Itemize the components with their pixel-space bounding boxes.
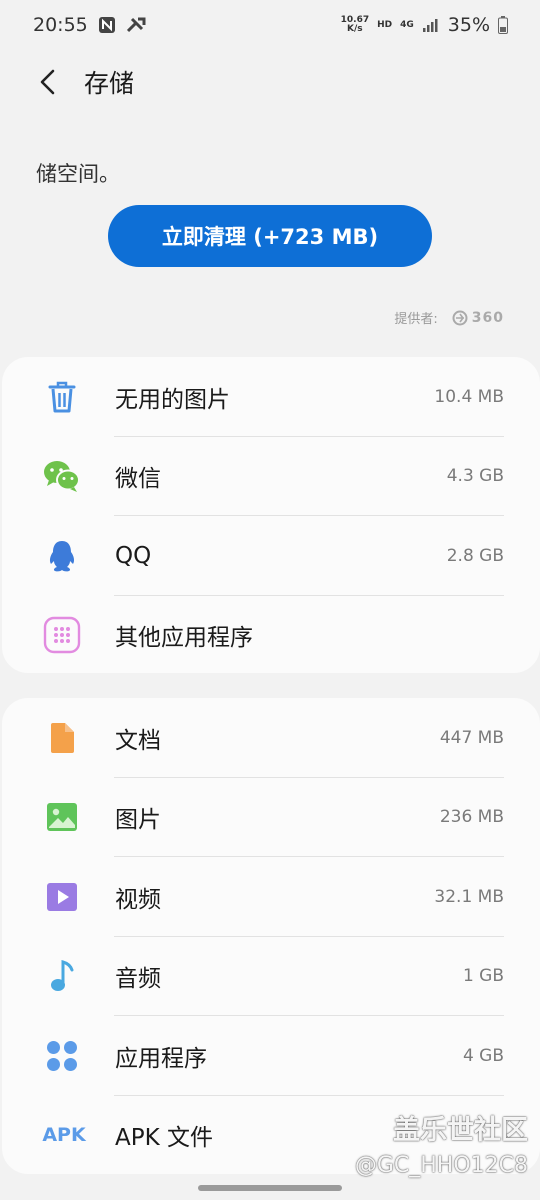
app-header: 存储 xyxy=(0,50,540,114)
music-note-icon xyxy=(42,956,82,996)
list-item-wechat[interactable]: 微信 4.3 GB xyxy=(2,437,540,517)
list-item-audio[interactable]: 音频 1 GB xyxy=(2,937,540,1017)
watermark: 盖乐世社区 @GC_HHO12C8 xyxy=(355,1108,528,1178)
list-item-label: 其他应用程序 xyxy=(115,625,253,652)
status-time: 20:55 xyxy=(33,14,88,36)
list-item-size: 4 GB xyxy=(462,1045,504,1066)
360-logo-icon xyxy=(452,310,468,325)
logo-360: 360 xyxy=(452,310,504,326)
list-item-label: 图片 xyxy=(115,807,161,834)
qq-icon xyxy=(42,536,82,576)
home-indicator[interactable] xyxy=(198,1185,342,1191)
wechat-icon xyxy=(42,456,82,496)
clean-now-button[interactable]: 立即清理 (+723 MB) xyxy=(108,205,432,267)
provider-label: 提供者: xyxy=(394,312,438,327)
list-item-label: 无用的图片 xyxy=(115,386,230,413)
watermark-handle: @GC_HHO12C8 xyxy=(354,1153,528,1178)
list-item-size: 236 MB xyxy=(439,807,504,828)
back-arrow-icon xyxy=(40,69,55,95)
list-item-label: 音频 xyxy=(115,966,161,993)
provider-info: 提供者: 360 xyxy=(394,308,504,328)
apps-storage-card: 无用的图片 10.4 MB 微信 4.3 GB QQ 2.8 GB 其他应用程序 xyxy=(2,357,540,673)
list-item-label: 文档 xyxy=(115,727,161,754)
list-item-size: 1 GB xyxy=(462,966,504,987)
battery-icon xyxy=(498,16,508,34)
signal-icon xyxy=(422,16,440,34)
list-item-qq[interactable]: QQ 2.8 GB xyxy=(2,516,540,596)
list-item-size: 2.8 GB xyxy=(446,545,504,566)
provider-brand: 360 xyxy=(471,309,504,326)
list-item-label: 微信 xyxy=(115,466,161,493)
network-speed: 10.67 K/s xyxy=(341,16,369,34)
list-item-label: APK 文件 xyxy=(115,1125,213,1152)
document-icon xyxy=(42,718,82,758)
list-item-other-apps[interactable]: 其他应用程序 xyxy=(2,596,540,676)
list-item-documents[interactable]: 文档 447 MB xyxy=(2,698,540,778)
network-type: 4G xyxy=(400,20,414,30)
apps-grid-icon xyxy=(42,615,82,655)
list-item-size: 32.1 MB xyxy=(434,886,504,907)
image-icon xyxy=(42,797,82,837)
back-button[interactable] xyxy=(28,62,68,102)
apk-icon-label: APK xyxy=(42,1124,86,1147)
nfc-icon xyxy=(98,16,116,34)
storage-description: 储空间。 xyxy=(36,162,120,186)
apk-icon: APK xyxy=(40,1115,88,1155)
list-item-size: 447 MB xyxy=(439,727,504,748)
status-bar: 20:55 10.67 K/s HD 4G 35% xyxy=(0,0,540,50)
trash-icon xyxy=(42,377,82,417)
list-item-apps[interactable]: 应用程序 4 GB xyxy=(2,1016,540,1096)
list-item-videos[interactable]: 视频 32.1 MB xyxy=(2,857,540,937)
watermark-title: 盖乐世社区 xyxy=(393,1115,528,1146)
network-speed-unit: K/s xyxy=(347,24,363,34)
list-item-size: 10.4 MB xyxy=(434,386,504,407)
apps-dots-icon xyxy=(42,1036,82,1076)
tools-icon xyxy=(126,16,146,34)
hd-indicator: HD xyxy=(377,20,393,30)
list-item-label: 视频 xyxy=(115,886,161,913)
list-item-unused-images[interactable]: 无用的图片 10.4 MB xyxy=(2,357,540,437)
battery-percent: 35% xyxy=(447,14,490,36)
list-item-label: 应用程序 xyxy=(115,1045,207,1072)
list-item-label: QQ xyxy=(115,542,152,569)
video-icon xyxy=(42,877,82,917)
page-title: 存储 xyxy=(84,69,135,98)
file-types-card: 文档 447 MB 图片 236 MB 视频 32.1 MB 音频 1 GB 应… xyxy=(2,698,540,1174)
list-item-images[interactable]: 图片 236 MB xyxy=(2,778,540,858)
list-item-size: 4.3 GB xyxy=(446,466,504,487)
